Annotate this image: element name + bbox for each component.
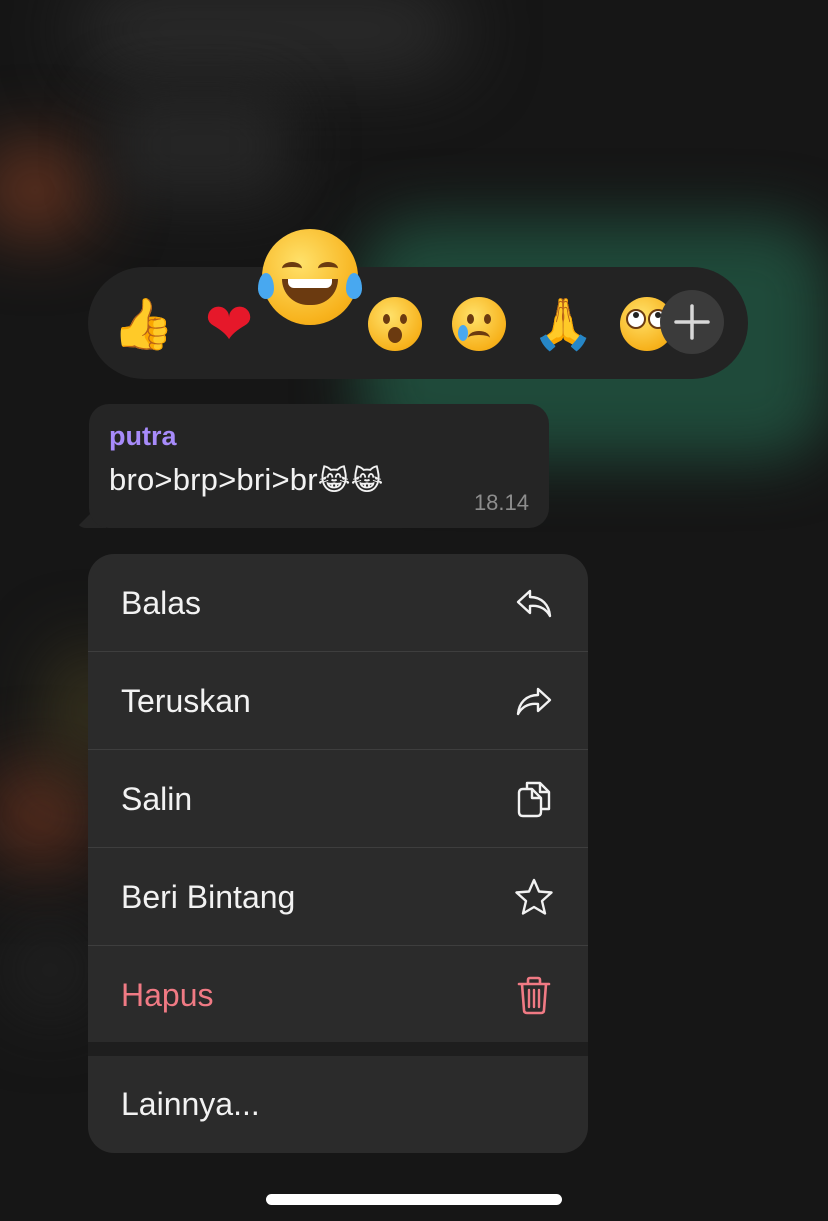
heart-icon[interactable]: ❤ <box>198 293 260 355</box>
menu-item-label: Hapus <box>121 977 214 1013</box>
menu-item-label: Teruskan <box>121 683 251 719</box>
thumbs-up-icon[interactable]: 👍 <box>112 293 174 355</box>
praying-hands-icon[interactable]: 🙏 <box>532 293 594 355</box>
add-reaction-button[interactable] <box>660 290 724 354</box>
reply-icon <box>516 589 552 618</box>
message-bubble: putra bro>brp>bri>br😹😹 18.14 <box>89 404 549 528</box>
star-icon <box>515 878 553 915</box>
message-body: bro>brp>bri>br <box>109 462 318 497</box>
context-menu: Balas Teruskan Salin Beri Bintang Hapus <box>88 554 588 1153</box>
trash-icon <box>517 976 551 1015</box>
crying-icon[interactable] <box>448 293 510 355</box>
menu-item-forward[interactable]: Teruskan <box>88 652 588 750</box>
menu-separator <box>88 1042 588 1056</box>
plus-icon <box>674 304 710 340</box>
surprised-icon[interactable] <box>364 293 426 355</box>
menu-item-label: Balas <box>121 585 202 621</box>
menu-item-label: Lainnya... <box>121 1086 260 1122</box>
menu-item-more[interactable]: Lainnya... <box>88 1056 588 1153</box>
menu-item-label: Salin <box>121 781 193 817</box>
message-time: 18.14 <box>473 490 529 515</box>
menu-item-reply[interactable]: Balas <box>88 554 588 652</box>
forward-icon <box>516 687 552 716</box>
home-indicator[interactable] <box>266 1194 562 1205</box>
tears-of-joy-icon[interactable] <box>258 229 362 325</box>
message-text: bro>brp>bri>br😹😹 <box>109 458 529 503</box>
menu-item-delete[interactable]: Hapus <box>88 946 588 1044</box>
copy-icon <box>517 781 551 818</box>
menu-item-copy[interactable]: Salin <box>88 750 588 848</box>
reaction-bar: 👍 ❤ 🙏 <box>88 229 748 379</box>
message-emoji: 😹😹 <box>317 464 384 497</box>
menu-item-star[interactable]: Beri Bintang <box>88 848 588 946</box>
menu-item-label: Beri Bintang <box>121 879 296 915</box>
sender-name: putra <box>109 421 177 451</box>
